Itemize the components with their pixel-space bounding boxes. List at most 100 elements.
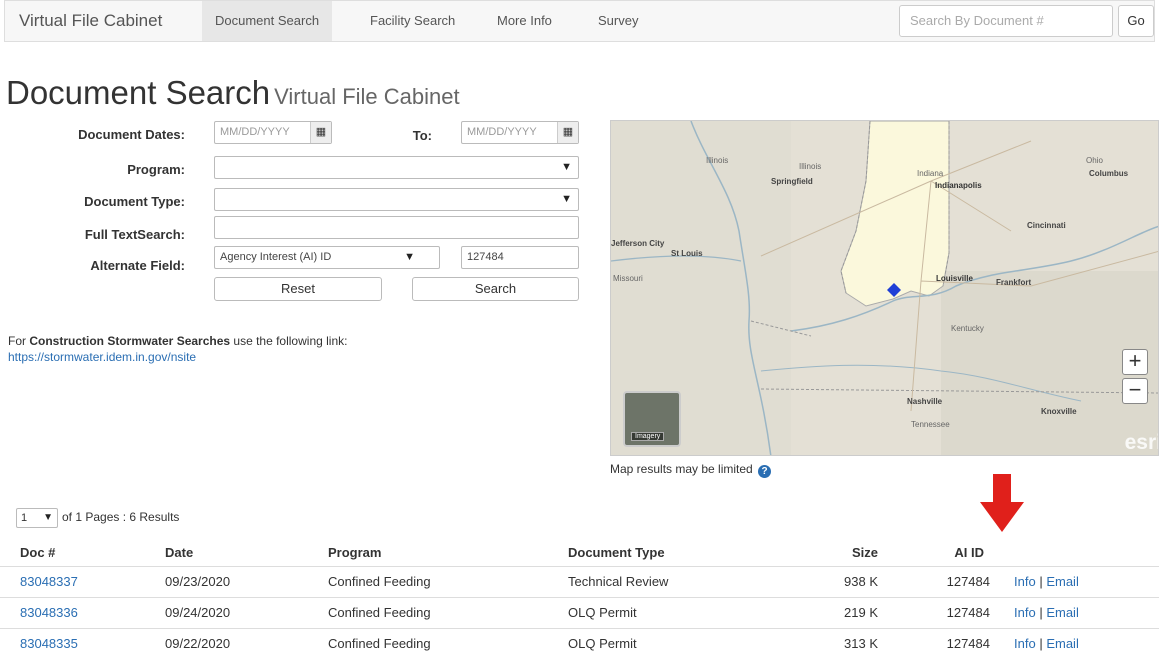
map-label-springfield: Springfield	[771, 177, 813, 186]
map-label-missouri: Missouri	[613, 274, 643, 283]
basemap-toggle[interactable]: Imagery	[623, 391, 681, 447]
chevron-down-icon: ▼	[43, 512, 53, 523]
doc-date: 09/24/2020	[165, 605, 231, 620]
doc-ai-id: 127484	[946, 574, 990, 589]
col-header-document-type[interactable]: Document Type	[568, 538, 665, 567]
map-label-nashville: Nashville	[907, 397, 943, 406]
map-label-indianapolis: Indianapolis	[935, 181, 982, 190]
zoom-in-button[interactable]: +	[1122, 349, 1148, 375]
email-link[interactable]: Email	[1046, 574, 1079, 589]
document-number-search-input[interactable]: Search By Document #	[899, 5, 1113, 37]
row-actions: Info | Email	[1014, 598, 1079, 627]
map-label-ohio: Ohio	[1086, 156, 1103, 165]
note-bold: Construction Stormwater Searches	[29, 334, 231, 348]
date-to-field[interactable]: MM/DD/YYYY ▦	[461, 121, 579, 144]
date-from-placeholder: MM/DD/YYYY	[220, 126, 290, 138]
calendar-icon[interactable]: ▦	[557, 122, 578, 143]
search-button[interactable]: Search	[412, 277, 579, 301]
doc-link[interactable]: 83048335	[20, 629, 78, 658]
pager: 1 ▼ of 1 Pages : 6 Results	[16, 508, 179, 528]
brand-link[interactable]: Virtual File Cabinet	[19, 11, 162, 31]
stormwater-link[interactable]: https://stormwater.idem.in.gov/nsite	[8, 350, 196, 364]
doc-ai-id: 127484	[946, 636, 990, 651]
col-header-date[interactable]: Date	[165, 538, 193, 567]
doc-program: Confined Feeding	[328, 574, 431, 589]
pages-summary: of 1 Pages : 6 Results	[62, 510, 180, 525]
page-select-value: 1	[21, 512, 28, 524]
doc-link[interactable]: 83048337	[20, 567, 78, 596]
doc-program: Confined Feeding	[328, 605, 431, 620]
results-header-row: Doc # Date Program Document Type Size AI…	[0, 538, 1159, 566]
doc-program: Confined Feeding	[328, 636, 431, 651]
chevron-down-icon: ▼	[561, 161, 572, 173]
info-link[interactable]: Info	[1014, 636, 1036, 651]
reset-button[interactable]: Reset	[214, 277, 382, 301]
doc-link[interactable]: 83048336	[20, 598, 78, 627]
alternate-value-input[interactable]: 127484	[461, 246, 579, 269]
date-to-placeholder: MM/DD/YYYY	[467, 126, 537, 138]
email-link[interactable]: Email	[1046, 636, 1079, 651]
page-title-text: Document Search	[6, 74, 271, 111]
map-caption-text: Map results may be limited	[610, 462, 753, 476]
map-label-louisville: Louisville	[936, 274, 973, 283]
date-from-field[interactable]: MM/DD/YYYY ▦	[214, 121, 332, 144]
alternate-field-select-value: Agency Interest (AI) ID	[220, 251, 332, 263]
map-caption: Map results may be limited ?	[610, 462, 772, 478]
doc-size: 938 K	[844, 574, 878, 589]
col-header-ai-id[interactable]: AI ID	[930, 538, 984, 567]
map-label-cincinnati: Cincinnati	[1027, 221, 1066, 230]
program-label: Program:	[127, 162, 185, 177]
results-table: Doc # Date Program Document Type Size AI…	[0, 538, 1159, 659]
map-label-kentucky: Kentucky	[951, 324, 984, 333]
map-label-knoxville: Knoxville	[1041, 407, 1077, 416]
navbar: Virtual File Cabinet Document Search Fac…	[4, 0, 1155, 42]
doc-date: 09/22/2020	[165, 636, 231, 651]
action-separator: |	[1039, 636, 1043, 651]
table-row: 83048336 09/24/2020 Confined Feeding OLQ…	[0, 597, 1159, 628]
nav-survey[interactable]: Survey	[585, 1, 651, 41]
doc-ai-id: 127484	[946, 605, 990, 620]
map-label-frankfort: Frankfort	[996, 278, 1031, 287]
zoom-out-button[interactable]: −	[1122, 378, 1148, 404]
action-separator: |	[1039, 574, 1043, 589]
to-label: To:	[412, 128, 432, 143]
red-arrow-icon	[980, 474, 1024, 532]
page-title: Document Search Virtual File Cabinet	[6, 74, 460, 112]
full-text-search-label: Full TextSearch:	[84, 227, 185, 242]
program-select[interactable]: ▼	[214, 156, 579, 179]
col-header-doc[interactable]: Doc #	[20, 538, 55, 567]
action-separator: |	[1039, 605, 1043, 620]
info-link[interactable]: Info	[1014, 605, 1036, 620]
chevron-down-icon: ▼	[561, 193, 572, 205]
document-type-label: Document Type:	[84, 194, 185, 209]
alternate-value-text: 127484	[467, 251, 504, 263]
nav-document-search[interactable]: Document Search	[202, 1, 333, 41]
page-select[interactable]: 1 ▼	[16, 508, 58, 528]
map-canvas[interactable]: Illinois Illinois Springfield Indiana In…	[611, 121, 1159, 456]
document-type-select[interactable]: ▼	[214, 188, 579, 211]
stormwater-note: For Construction Stormwater Searches use…	[8, 333, 347, 365]
help-icon[interactable]: ?	[758, 465, 772, 478]
doc-size: 313 K	[844, 636, 878, 651]
chevron-down-icon: ▼	[404, 251, 415, 263]
calendar-icon[interactable]: ▦	[310, 122, 331, 143]
note-prefix: For	[8, 334, 30, 348]
col-header-size[interactable]: Size	[800, 538, 878, 567]
email-link[interactable]: Email	[1046, 605, 1079, 620]
row-actions: Info | Email	[1014, 629, 1079, 658]
esri-logo: esri	[1124, 431, 1159, 454]
col-header-program[interactable]: Program	[328, 538, 381, 567]
basemap-label: Imagery	[631, 432, 665, 441]
map-label-columbus: Columbus	[1089, 169, 1129, 178]
full-text-search-input[interactable]	[214, 216, 579, 239]
map-label-jefferson-city: Jefferson City	[611, 239, 665, 248]
map-label-indiana: Indiana	[917, 169, 944, 178]
go-button[interactable]: Go	[1118, 5, 1154, 37]
map[interactable]: Illinois Illinois Springfield Indiana In…	[610, 120, 1159, 456]
alternate-field-select[interactable]: Agency Interest (AI) ID ▼	[214, 246, 440, 269]
info-link[interactable]: Info	[1014, 574, 1036, 589]
nav-facility-search[interactable]: Facility Search	[357, 1, 468, 41]
nav-more-info[interactable]: More Info	[484, 1, 565, 41]
document-dates-label: Document Dates:	[78, 127, 185, 142]
table-row: 83048337 09/23/2020 Confined Feeding Tec…	[0, 566, 1159, 597]
